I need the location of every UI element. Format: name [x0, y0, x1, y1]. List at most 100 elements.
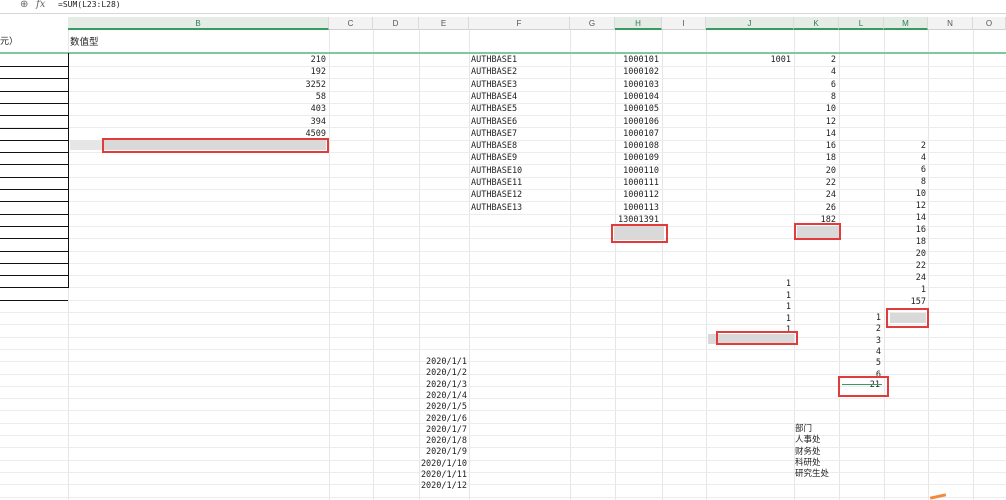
col-h-cell[interactable]: 1000105 [615, 104, 659, 115]
col-m-cell[interactable]: 6 [884, 165, 926, 176]
col-h-cell[interactable]: 1000111 [615, 178, 659, 189]
col-f-cell[interactable]: AUTHBASE4 [471, 92, 567, 103]
col-m-cell[interactable]: 8 [884, 177, 926, 188]
col-header-d[interactable]: D [373, 17, 419, 30]
formula-input[interactable]: =SUM(L23:L28) [58, 0, 121, 9]
col-m-cell[interactable]: 2 [884, 141, 926, 152]
col-e-date-cell[interactable]: 2020/1/7 [419, 425, 467, 436]
col-b-cell[interactable]: 58 [70, 92, 326, 103]
col-h-cell[interactable]: 1000110 [615, 166, 659, 177]
col-k-cell[interactable]: 8 [794, 92, 836, 103]
col-e-date-cell[interactable]: 2020/1/2 [419, 368, 467, 379]
col-f-cell[interactable]: AUTHBASE8 [471, 141, 567, 152]
col-f-cell[interactable]: AUTHBASE6 [471, 117, 567, 128]
col-h-cell[interactable]: 1000107 [615, 129, 659, 140]
fx-icon[interactable]: fx [36, 0, 45, 10]
col-e-date-cell[interactable]: 2020/1/3 [419, 380, 467, 391]
col-k-cell[interactable]: 22 [794, 178, 836, 189]
col-k-cell[interactable]: 2 [794, 55, 836, 66]
col-m-cell[interactable]: 20 [884, 249, 926, 260]
col-m-cell[interactable]: 22 [884, 261, 926, 272]
col-b-cell[interactable]: 192 [70, 67, 326, 78]
col-m-cell[interactable]: 1 [884, 285, 926, 296]
col-h-cell[interactable]: 1000112 [615, 190, 659, 201]
col-header-i[interactable]: I [662, 17, 706, 30]
col-header-j[interactable]: J [706, 17, 794, 30]
col-j-cell[interactable]: 1 [706, 302, 791, 313]
col-k-cell[interactable]: 24 [794, 190, 836, 201]
col-h-cell[interactable]: 1000104 [615, 92, 659, 103]
col-m-cell[interactable]: 4 [884, 153, 926, 164]
col-header-m[interactable]: M [884, 17, 928, 30]
col-f-cell[interactable]: AUTHBASE13 [471, 203, 567, 214]
col-b-cell[interactable]: 210 [70, 55, 326, 66]
col-k-cell[interactable]: 26 [794, 203, 836, 214]
col-b-cell[interactable]: 3252 [70, 80, 326, 91]
col-b-cell[interactable]: 403 [70, 104, 326, 115]
dept-cell[interactable]: 科研处 [795, 458, 821, 469]
col-e-date-cell[interactable]: 2020/1/1 [419, 357, 467, 368]
col-f-cell[interactable]: AUTHBASE9 [471, 153, 567, 164]
col-e-date-cell[interactable]: 2020/1/11 [419, 470, 467, 481]
col-f-cell[interactable]: AUTHBASE3 [471, 80, 567, 91]
col-header-n[interactable]: N [928, 17, 973, 30]
cell-j1001[interactable]: 1001 [706, 55, 791, 66]
col-l-cell[interactable]: 2 [839, 324, 881, 335]
col-k-cell[interactable]: 12 [794, 117, 836, 128]
col-l-cell[interactable]: 4 [839, 347, 881, 358]
col-m-cell[interactable]: 18 [884, 237, 926, 248]
col-k-cell[interactable]: 14 [794, 129, 836, 140]
col-header-l[interactable]: L [839, 17, 884, 30]
col-header-o[interactable]: O [973, 17, 1006, 30]
col-h-cell[interactable]: 1000113 [615, 203, 659, 214]
col-m-cell[interactable]: 16 [884, 225, 926, 236]
dept-cell[interactable]: 人事处 [795, 435, 821, 446]
dept-cell[interactable]: 财务处 [795, 447, 821, 458]
col-header-h[interactable]: H [615, 17, 662, 30]
col-header-c[interactable]: C [329, 17, 373, 30]
col-k-cell[interactable]: 18 [794, 153, 836, 164]
col-e-date-cell[interactable]: 2020/1/9 [419, 447, 467, 458]
col-k-cell[interactable]: 20 [794, 166, 836, 177]
col-l-cell[interactable]: 5 [839, 358, 881, 369]
col-m-cell[interactable]: 157 [884, 297, 926, 308]
col-m-cell[interactable]: 12 [884, 201, 926, 212]
col-e-date-cell[interactable]: 2020/1/6 [419, 414, 467, 425]
col-header-e[interactable]: E [419, 17, 469, 30]
col-f-cell[interactable]: AUTHBASE11 [471, 178, 567, 189]
col-h-cell[interactable]: 1000106 [615, 117, 659, 128]
col-f-cell[interactable]: AUTHBASE2 [471, 67, 567, 78]
col-j-cell[interactable]: 1 [706, 291, 791, 302]
col-e-date-cell[interactable]: 2020/1/10 [419, 459, 467, 470]
search-icon[interactable]: ⊕ [20, 0, 28, 10]
col-h-cell[interactable]: 1000103 [615, 80, 659, 91]
col-j-cell[interactable]: 1 [706, 314, 791, 325]
col-header-g[interactable]: G [570, 17, 615, 30]
formula-bar[interactable]: ⊕ fx =SUM(L23:L28) [0, 0, 1006, 14]
col-b-cell[interactable]: 394 [70, 117, 326, 128]
col-l-cell[interactable]: 3 [839, 336, 881, 347]
col-k-cell[interactable]: 10 [794, 104, 836, 115]
col-k-cell[interactable]: 16 [794, 141, 836, 152]
col-header-b[interactable]: B [68, 17, 329, 30]
col-header-f[interactable]: F [469, 17, 570, 30]
col-h-cell[interactable]: 1000108 [615, 141, 659, 152]
col-e-date-cell[interactable]: 2020/1/4 [419, 391, 467, 402]
dept-cell[interactable]: 部门 [795, 424, 812, 435]
col-m-cell[interactable]: 24 [884, 273, 926, 284]
col-e-date-cell[interactable]: 2020/1/8 [419, 436, 467, 447]
col-e-date-cell[interactable]: 2020/1/12 [419, 481, 467, 492]
col-h-cell[interactable]: 1000102 [615, 67, 659, 78]
col-e-date-cell[interactable]: 2020/1/5 [419, 402, 467, 413]
col-m-cell[interactable]: 14 [884, 213, 926, 224]
col-j-cell[interactable]: 1 [706, 279, 791, 290]
col-m-cell[interactable]: 10 [884, 189, 926, 200]
col-f-cell[interactable]: AUTHBASE5 [471, 104, 567, 115]
col-k-cell[interactable]: 4 [794, 67, 836, 78]
col-f-cell[interactable]: AUTHBASE10 [471, 166, 567, 177]
col-h-cell[interactable]: 1000101 [615, 55, 659, 66]
col-h-cell[interactable]: 1000109 [615, 153, 659, 164]
col-f-cell[interactable]: AUTHBASE12 [471, 190, 567, 201]
col-header-k[interactable]: K [794, 17, 839, 30]
col-k-cell[interactable]: 6 [794, 80, 836, 91]
